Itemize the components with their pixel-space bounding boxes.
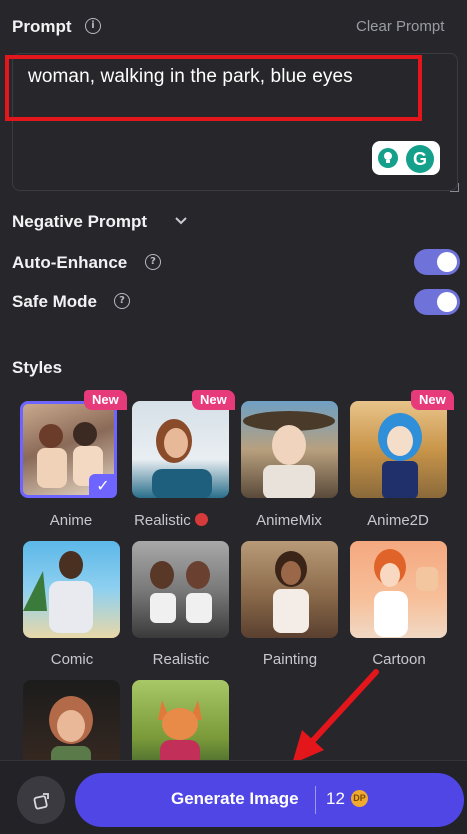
coin-icon: DP [351,790,368,807]
style-card-animemix[interactable] [241,401,338,498]
resize-handle-icon[interactable] [450,183,459,192]
style-label-animemix: AnimeMix [256,512,322,529]
grammarly-icon[interactable]: G [406,145,434,173]
chevron-down-icon[interactable] [172,212,190,235]
auto-enhance-label: Auto-Enhance [12,253,128,272]
annotation-highlight-box [5,55,422,121]
new-badge: New [411,390,454,410]
prompt-label: Prompt [12,17,72,36]
negative-prompt-label[interactable]: Negative Prompt [12,212,147,232]
dice-icon [33,793,49,810]
style-label-realistic-2: Realistic [152,651,210,668]
check-icon: ✓ [89,474,117,498]
info-icon[interactable]: ? [114,293,130,309]
style-card-realistic[interactable] [132,401,229,498]
style-label-realistic: Realistic [116,512,226,529]
generate-cost: 12 [326,789,345,808]
auto-enhance-toggle[interactable] [414,249,460,275]
new-badge: New [192,390,235,410]
style-label-anime: Anime [49,512,93,529]
safe-mode-toggle[interactable] [414,289,460,315]
style-picker-button[interactable] [17,776,65,824]
generate-image-label: Generate Image [171,789,299,808]
style-card-realistic-2[interactable] [132,541,229,638]
info-icon[interactable]: i [85,18,101,34]
style-card-painting[interactable] [241,541,338,638]
style-label-anime2d: Anime2D [367,512,429,529]
safe-mode-label: Safe Mode [12,292,98,311]
style-card-cartoon[interactable] [350,541,447,638]
generate-separator [315,786,316,814]
clear-prompt-button[interactable]: Clear Prompt [356,18,444,35]
style-card-comic[interactable] [23,541,120,638]
info-icon[interactable]: ? [145,254,161,270]
devil-icon [194,513,208,526]
style-card-anime2d[interactable] [350,401,447,498]
lightbulb-icon[interactable] [378,148,398,168]
new-badge: New [84,390,127,410]
styles-heading: Styles [12,358,63,377]
style-label-comic: Comic [50,651,94,668]
